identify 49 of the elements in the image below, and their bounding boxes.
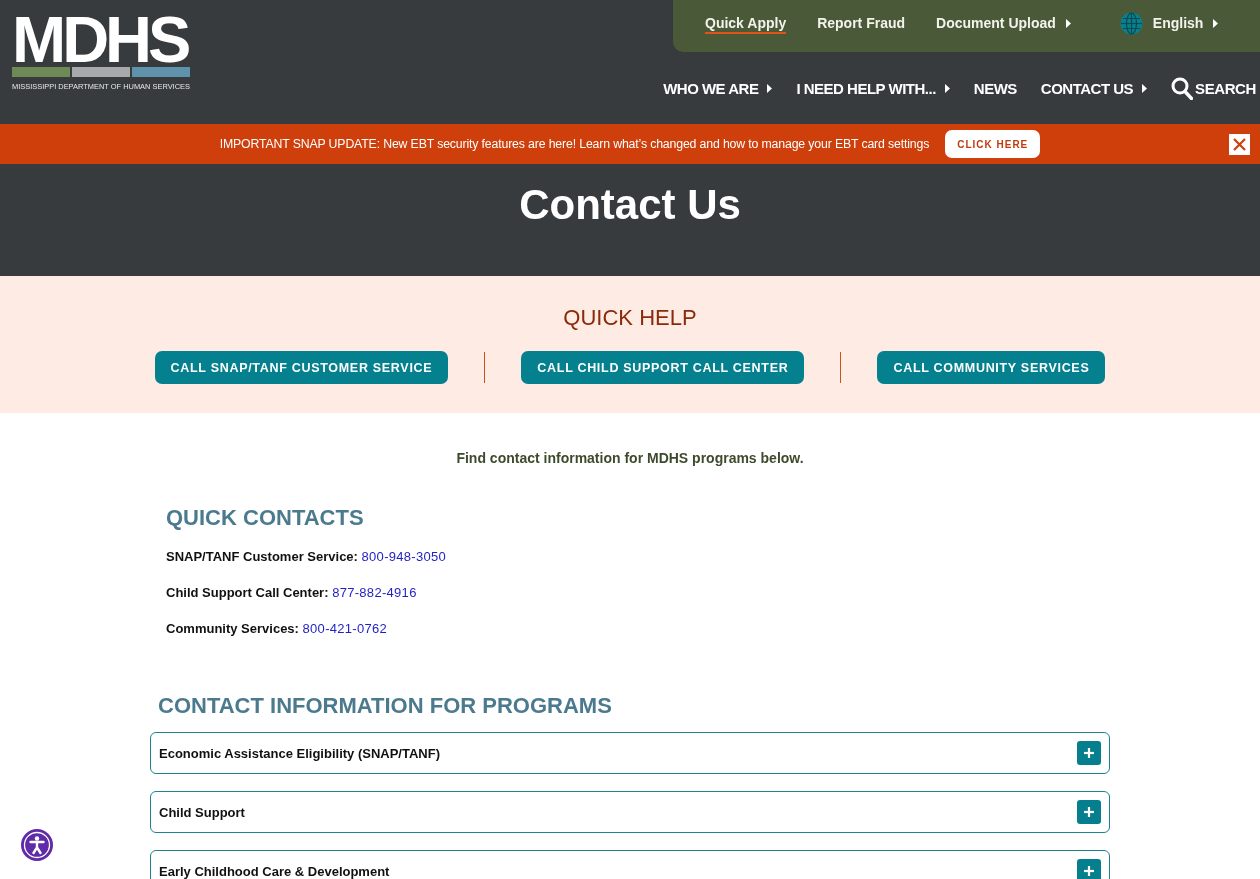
phone-link[interactable]: 800-948-3050	[361, 549, 447, 564]
phone-link[interactable]: 877-882-4916	[332, 585, 417, 600]
expand-button[interactable]	[1077, 741, 1101, 765]
globe-icon	[1119, 11, 1143, 35]
nav-link[interactable]: CONTACT US	[1040, 79, 1148, 97]
accordion-title: Economic Assistance Eligibility (SNAP/TANF)	[159, 745, 440, 761]
section-heading: CONTACT INFORMATION FOR PROGRAMS	[158, 693, 613, 719]
intro-text: Find contact information for MDHS programs below.	[455, 449, 805, 467]
accessibility-icon[interactable]	[21, 829, 53, 861]
caret-icon	[767, 83, 773, 93]
call-button[interactable]: CALL SNAP/TANF CUSTOMER SERVICE	[154, 351, 449, 384]
logo-wordmark[interactable]: MDHS	[12, 14, 188, 66]
utility-link[interactable]: Document Upload	[936, 12, 1071, 34]
accordion-title: Early Childhood Care & Development	[159, 863, 390, 879]
close-button[interactable]	[1229, 133, 1250, 155]
click-here-button[interactable]: CLICK HERE	[945, 130, 1041, 158]
nav-link[interactable]: WHO WE ARE	[663, 79, 773, 97]
caret-icon	[1142, 83, 1148, 93]
call-button[interactable]: CALL COMMUNITY SERVICES	[877, 351, 1106, 384]
plus-icon	[1084, 807, 1094, 817]
alert-text: IMPORTANT SNAP UPDATE: New EBT security features are here! Learn what’s changed and how to manage your EBT card settings	[219, 137, 930, 151]
logo-stripes-icon	[12, 67, 190, 77]
accordion-item[interactable]: Economic Assistance Eligibility (SNAP/TANF)	[150, 732, 1110, 774]
contact-label: Community Services:	[166, 621, 299, 636]
language-selector[interactable]: English	[1119, 11, 1219, 35]
nav-link[interactable]: I NEED HELP WITH...	[796, 79, 950, 97]
accordion-title: Child Support	[159, 804, 245, 820]
utility-link[interactable]: Quick Apply	[705, 12, 787, 34]
close-icon	[1233, 137, 1246, 151]
accordion-item[interactable]: Early Childhood Care & Development	[150, 850, 1110, 879]
quick-help-title: QUICK HELP	[563, 305, 697, 331]
accordion-item[interactable]: Child Support	[150, 791, 1110, 833]
page-title: Contact Us	[519, 180, 741, 230]
utility-link[interactable]: Report Fraud	[817, 12, 906, 34]
plus-icon	[1084, 866, 1094, 876]
expand-button[interactable]	[1077, 800, 1101, 824]
expand-button[interactable]	[1077, 859, 1101, 879]
call-button[interactable]: CALL CHILD SUPPORT CALL CENTER	[521, 351, 805, 384]
contact-label: SNAP/TANF Customer Service:	[166, 549, 358, 564]
caret-icon	[1065, 18, 1071, 28]
plus-icon	[1084, 748, 1094, 758]
nav-link[interactable]: NEWS	[973, 79, 1017, 97]
contact-label: Child Support Call Center:	[166, 585, 329, 600]
search-icon	[1171, 76, 1194, 100]
caret-icon	[1213, 18, 1219, 28]
phone-link[interactable]: 800-421-0762	[302, 621, 388, 636]
search-button[interactable]: SEARCH	[1171, 76, 1256, 100]
caret-icon	[944, 83, 950, 93]
section-heading: QUICK CONTACTS	[166, 505, 365, 531]
